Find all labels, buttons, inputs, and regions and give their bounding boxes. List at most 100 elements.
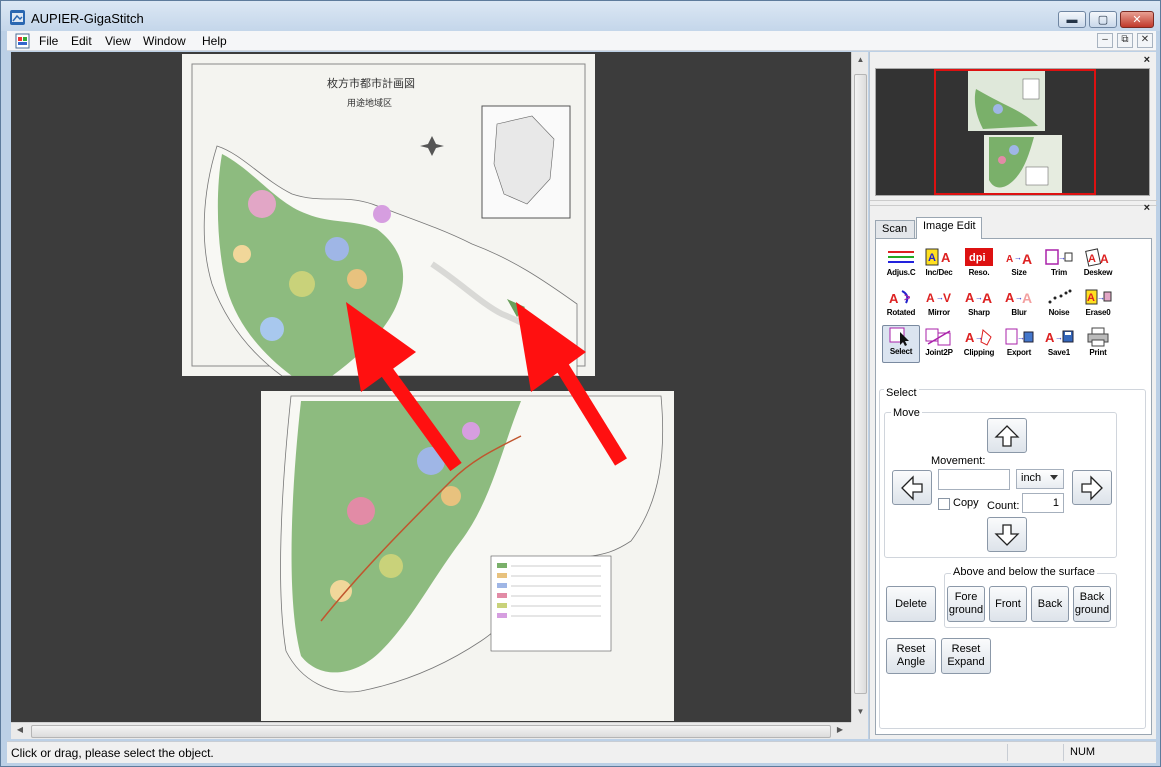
tool-clipping[interactable]: A → Clipping	[960, 327, 998, 363]
copy-checkbox[interactable]	[938, 498, 950, 510]
front-button[interactable]: Front	[989, 586, 1027, 622]
menu-window[interactable]: Window	[143, 34, 186, 48]
tool-resolution[interactable]: dpi Reso.	[960, 247, 998, 283]
mdi-close-button[interactable]: ✕	[1137, 33, 1153, 48]
vertical-scroll-thumb[interactable]	[854, 74, 867, 694]
menu-file[interactable]: File	[39, 34, 58, 48]
arrow-right	[516, 302, 627, 466]
move-group-title: Move	[891, 407, 922, 419]
tool-sharp[interactable]: A → A Sharp	[960, 287, 998, 323]
clipping-icon: A →	[965, 329, 992, 346]
maximize-button[interactable]: ▢	[1089, 11, 1117, 28]
count-input[interactable]	[1022, 493, 1064, 513]
select-group-title: Select	[884, 387, 919, 399]
background-button[interactable]: Back ground	[1073, 586, 1111, 622]
movement-input[interactable]	[938, 469, 1010, 490]
horizontal-scrollbar[interactable]: ◀ ▶	[11, 722, 851, 739]
sharpen-icon: A → A	[965, 290, 992, 306]
joint-icon	[925, 328, 951, 346]
tool-save1[interactable]: A → Save1	[1040, 327, 1078, 363]
unit-select[interactable]: inch	[1016, 469, 1064, 489]
red-arrows-overlay	[346, 302, 627, 472]
svg-text:V: V	[943, 291, 951, 305]
document-icon[interactable]	[15, 33, 31, 49]
reset-angle-button[interactable]: Reset Angle	[886, 638, 936, 674]
tool-noise[interactable]: Noise	[1040, 287, 1078, 323]
svg-text:A: A	[928, 252, 936, 264]
tool-export[interactable]: → Export	[1000, 327, 1038, 363]
menu-view[interactable]: View	[105, 34, 131, 48]
reset-expand-button[interactable]: Reset Expand	[941, 638, 991, 674]
svg-text:→: →	[1014, 253, 1022, 262]
svg-text:A: A	[926, 291, 935, 305]
move-group: Move Movement: inch Copy Count: 1	[884, 407, 1117, 558]
copy-label: Copy	[953, 497, 979, 509]
tool-label: Blur	[1011, 308, 1027, 317]
move-down-button[interactable]	[987, 517, 1027, 552]
overview-thumbnail[interactable]	[875, 68, 1150, 196]
tab-image-edit[interactable]: Image Edit	[916, 217, 982, 239]
horizontal-scroll-thumb[interactable]	[31, 725, 831, 738]
svg-text:A: A	[1006, 254, 1013, 265]
svg-text:A: A	[1022, 251, 1032, 267]
overview-view-frame[interactable]	[934, 69, 1096, 195]
move-up-button[interactable]	[987, 418, 1027, 453]
back-button[interactable]: Back	[1031, 586, 1069, 622]
tool-rotate[interactable]: A > Rotated	[882, 287, 920, 323]
tool-label: Inc/Dec	[925, 268, 953, 277]
minimize-button[interactable]: ▬	[1058, 11, 1086, 28]
mdi-restore-button[interactable]: ⧉	[1117, 33, 1133, 48]
svg-text:A: A	[1100, 252, 1109, 266]
tool-erase0[interactable]: A → Erase0	[1079, 287, 1117, 323]
surface-group: Above and below the surface Fore ground …	[944, 566, 1117, 628]
scroll-down-icon[interactable]: ▼	[855, 707, 866, 719]
tab-scan[interactable]: Scan	[875, 220, 915, 238]
tool-blur[interactable]: A → A Blur	[1000, 287, 1038, 323]
menu-edit[interactable]: Edit	[71, 34, 92, 48]
tool-label: Noise	[1048, 308, 1070, 317]
tool-adjust-color[interactable]: Adjus.C	[882, 247, 920, 283]
tool-deskew[interactable]: AA Deskew	[1079, 247, 1117, 283]
blur-icon: A → A	[1005, 290, 1032, 306]
svg-text:A: A	[965, 290, 975, 305]
scroll-left-icon[interactable]: ◀	[14, 725, 26, 737]
tool-joint2p[interactable]: Joint2P	[920, 327, 958, 363]
scroll-corner	[851, 722, 868, 739]
foreground-button[interactable]: Fore ground	[947, 586, 985, 622]
delete-button[interactable]: Delete	[886, 586, 936, 622]
image-canvas[interactable]: 枚方市都市計画図 用途地域区	[11, 52, 851, 722]
app-icon	[10, 10, 25, 25]
tool-label: Export	[1006, 348, 1032, 357]
tool-label: Select	[889, 347, 913, 356]
move-right-button[interactable]	[1072, 470, 1112, 505]
tools-close-icon[interactable]: ×	[1144, 202, 1150, 214]
move-left-button[interactable]	[892, 470, 932, 505]
deskew-icon: AA	[1085, 248, 1109, 267]
count-label: Count:	[987, 500, 1020, 512]
tool-inc-dec[interactable]: AA Inc/Dec	[920, 247, 958, 283]
menu-help[interactable]: Help	[202, 34, 227, 48]
erase-icon: A →	[1085, 289, 1112, 305]
panel-splitter[interactable]	[870, 200, 1157, 206]
tool-trim[interactable]: → Trim	[1040, 247, 1078, 283]
tool-mirror[interactable]: A → V Mirror	[920, 287, 958, 323]
rotate-icon: A >	[889, 290, 910, 306]
scroll-up-icon[interactable]: ▲	[855, 55, 866, 67]
tool-size[interactable]: A → A Size	[1000, 247, 1038, 283]
svg-text:→: →	[1055, 333, 1063, 342]
noise-icon	[1048, 289, 1072, 304]
arrow-right-icon	[1081, 474, 1103, 501]
svg-text:>: >	[904, 292, 910, 304]
mdi-minimize-button[interactable]: –	[1097, 33, 1113, 48]
vertical-scrollbar[interactable]: ▲ ▼	[851, 52, 868, 722]
svg-text:A: A	[889, 291, 899, 306]
svg-text:A: A	[982, 290, 992, 306]
scroll-right-icon[interactable]: ▶	[834, 725, 846, 737]
close-button[interactable]: ✕	[1120, 11, 1154, 28]
tool-select[interactable]: Select	[882, 325, 920, 363]
tool-print[interactable]: Print	[1079, 327, 1117, 363]
app-window: AUPIER-GigaStitch ▬ ▢ ✕ File Edit View W…	[0, 0, 1161, 767]
status-bar: Click or drag, please select the object.…	[7, 741, 1156, 763]
select-group: Select Move Movement: inch Copy Count: 1…	[879, 387, 1146, 729]
overview-close-icon[interactable]: ×	[1144, 54, 1150, 66]
